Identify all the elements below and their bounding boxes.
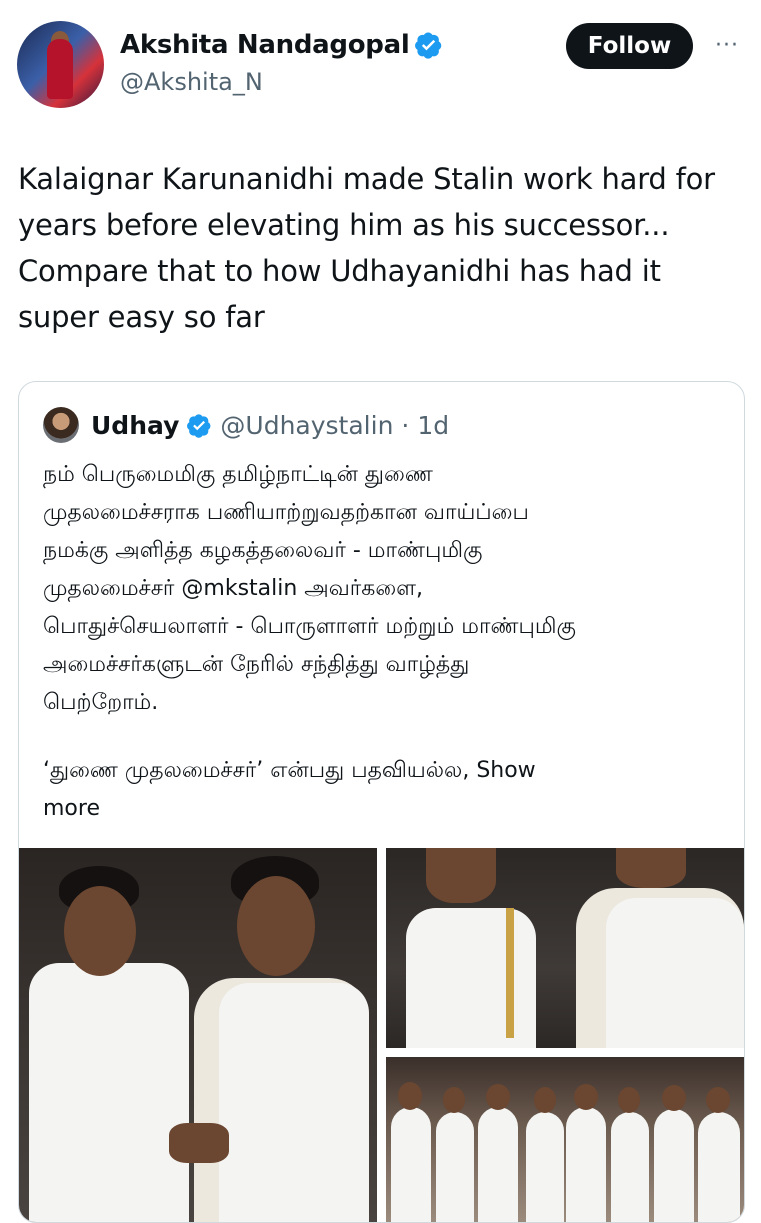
quoted-text-line: அமைச்சர்களுடன் நேரில் சந்தித்து வாழ்த்து — [43, 652, 470, 677]
photo-figure-shape — [398, 1082, 422, 1110]
photo-figure-shape — [654, 1109, 694, 1222]
photo-figure-shape — [566, 1107, 606, 1222]
photo-figure-shape — [698, 1112, 740, 1222]
photo-figure-shape — [478, 1107, 518, 1222]
verified-badge-icon — [415, 32, 442, 59]
quoted-text-line: ‘துணை முதலமைச்சர்’ என்பது பதவியல்ல, Show — [43, 752, 733, 790]
quoted-timestamp[interactable]: 1d — [417, 411, 449, 440]
photo-figure-shape — [526, 1112, 564, 1222]
photo-figure-shape — [29, 963, 189, 1222]
photo-figure-shape — [64, 886, 136, 976]
photo-figure-shape — [616, 848, 686, 888]
quoted-media-grid — [19, 848, 744, 1222]
media-photo-2[interactable] — [386, 848, 744, 1048]
photo-figure-shape — [534, 1087, 556, 1113]
photo-figure-shape — [706, 1087, 730, 1113]
media-photo-1[interactable] — [19, 848, 377, 1222]
tweet-text-line: Kalaignar Karunanidhi made Stalin work h… — [18, 162, 715, 196]
tweet-text-line: years before elevating him as his succes… — [18, 208, 670, 242]
quoted-second-paragraph: ‘துணை முதலமைச்சர்’ என்பது பதவியல்ல, — [43, 758, 477, 783]
photo-figure-shape — [436, 1112, 474, 1222]
quoted-author-handle[interactable]: @Udhaystalin — [220, 411, 393, 440]
photo-figure-shape — [574, 1084, 598, 1110]
photo-figure-shape — [237, 876, 315, 976]
photo-figure-shape — [219, 983, 369, 1222]
author-name[interactable]: Akshita Nandagopal — [120, 30, 410, 60]
quoted-text-line: முதலமைச்சராக பணியாற்றுவதற்கான வாய்ப்பை — [43, 500, 529, 525]
photo-figure-shape — [506, 908, 514, 1038]
tweet-text-line: super easy so far — [18, 300, 265, 334]
tweet-text-line: Compare that to how Udhayanidhi has had … — [18, 254, 661, 288]
author-avatar[interactable] — [17, 21, 104, 108]
follow-button[interactable]: Follow — [566, 23, 693, 69]
more-options-icon[interactable]: ··· — [708, 30, 746, 60]
show-more-link[interactable]: Show — [476, 758, 535, 783]
author-name-row[interactable]: Akshita Nandagopal — [120, 30, 443, 60]
photo-figure-shape — [391, 1107, 431, 1222]
photo-figure-shape — [406, 908, 536, 1048]
show-more-link-continued[interactable]: more — [43, 790, 733, 828]
quoted-text-line: நமக்கு அளித்த கழகத்தலைவர் - மாண்புமிகு — [43, 538, 483, 563]
photo-figure-shape — [662, 1085, 686, 1111]
quoted-text-line: முதலமைச்சர் @mkstalin அவர்களை, — [43, 576, 424, 601]
photo-figure-shape — [426, 848, 496, 903]
tweet-text: Kalaignar Karunanidhi made Stalin work h… — [18, 156, 748, 340]
photo-figure-shape — [606, 898, 744, 1048]
media-photo-3[interactable] — [386, 1057, 744, 1222]
quoted-author-name[interactable]: Udhay — [91, 411, 179, 440]
quoted-text-line: பெற்றோம். — [43, 690, 159, 715]
quoted-author-avatar[interactable] — [43, 407, 79, 443]
author-handle[interactable]: @Akshita_N — [120, 68, 263, 96]
quoted-tweet-text: நம் பெருமைமிகு தமிழ்நாட்டின் துணை முதலமை… — [43, 456, 733, 828]
avatar-person-body — [47, 39, 73, 99]
photo-figure-shape — [618, 1087, 640, 1113]
quoted-tweet-header: Udhay @Udhaystalin · 1d — [43, 407, 449, 443]
quoted-tweet-card[interactable]: Udhay @Udhaystalin · 1d நம் பெருமைமிகு தமி… — [18, 381, 745, 1223]
photo-figure-shape — [611, 1112, 649, 1222]
quoted-text-line: நம் பெருமைமிகு தமிழ்நாட்டின் துணை — [43, 462, 433, 487]
timestamp-separator: · — [401, 410, 410, 440]
photo-figure-shape — [486, 1084, 510, 1110]
verified-badge-icon — [187, 413, 211, 438]
photo-figure-shape — [169, 1123, 229, 1163]
photo-figure-shape — [443, 1087, 465, 1113]
quoted-text-line: பொதுச்செயலாளர் - பொருளாளர் மற்றும் மாண்ப… — [43, 614, 576, 639]
